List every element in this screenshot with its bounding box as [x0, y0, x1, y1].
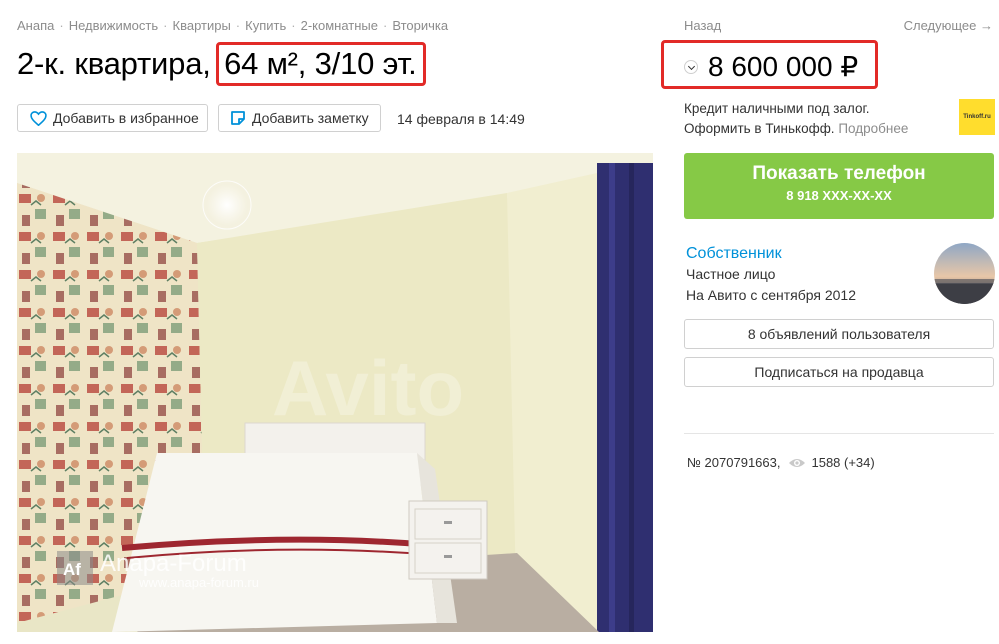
breadcrumb-item-secondary[interactable]: Вторичка [392, 18, 448, 33]
subscribe-seller-label: Подписаться на продавца [754, 364, 924, 380]
breadcrumb-item-city[interactable]: Анапа [17, 18, 54, 33]
seller-type: Частное лицо [686, 266, 776, 282]
credit-offer: Кредит наличными под залог. Оформить в Т… [684, 99, 908, 139]
breadcrumb: Анапа · Недвижимость · Квартиры · Купить · 2-ком… [17, 18, 449, 33]
listing-photo[interactable]: Avito Af Anapa-Forum www.anapa-forum.ru [17, 153, 653, 632]
divider [684, 433, 994, 434]
credit-line-1: Кредит наличными под залог. [684, 101, 870, 116]
add-note-label: Добавить заметку [252, 110, 369, 126]
breadcrumb-item-apartments[interactable]: Квартиры [173, 18, 231, 33]
phone-number: 8 918 XXX-XX-XX [786, 188, 892, 203]
forum-name: Anapa-Forum [100, 550, 247, 577]
note-icon [230, 110, 246, 126]
price: 8 600 000 ₽ [708, 51, 859, 82]
show-phone-label: Показать телефон [752, 163, 926, 184]
avito-watermark: Avito [272, 344, 464, 432]
seller-avatar[interactable] [934, 243, 995, 304]
back-link[interactable]: Назад [684, 18, 721, 33]
next-link[interactable]: Следующее → [904, 18, 993, 33]
user-ads-label: 8 объявлений пользователя [747, 326, 931, 342]
credit-line-2: Оформить в Тинькофф. [684, 121, 835, 136]
add-to-favorites-button[interactable]: Добавить в избранное [17, 104, 208, 132]
user-ads-button[interactable]: 8 объявлений пользователя [684, 319, 994, 349]
eye-icon [788, 457, 806, 469]
seller-since: На Авито с сентября 2012 [686, 287, 856, 303]
currency-dropdown-icon[interactable] [684, 60, 698, 74]
listing-meta: № 2070791663, 1588 (+34) [687, 455, 875, 470]
forum-logo-text: Af [63, 560, 81, 579]
seller-name-link[interactable]: Собственник [686, 245, 782, 263]
breadcrumb-item-realty[interactable]: Недвижимость [69, 18, 158, 33]
breadcrumb-item-rooms[interactable]: 2-комнатные [301, 18, 378, 33]
page-title: 2-к. квартира, 64 м², 3/10 эт. [17, 42, 426, 86]
title-main: 2-к. квартира, [17, 46, 211, 81]
tinkoff-logo[interactable]: Tinkoff.ru [959, 99, 995, 135]
credit-more-link[interactable]: Подробнее [838, 121, 908, 136]
title-highlight: 64 м², 3/10 эт. [216, 42, 426, 86]
heart-icon [30, 110, 47, 126]
add-to-favorites-label: Добавить в избранное [53, 110, 199, 126]
forum-url: www.anapa-forum.ru [138, 575, 259, 590]
subscribe-seller-button[interactable]: Подписаться на продавца [684, 357, 994, 387]
views-count: 1588 (+34) [811, 455, 875, 470]
listing-id: № 2070791663, [687, 455, 781, 470]
publish-date: 14 февраля в 14:49 [397, 111, 525, 127]
breadcrumb-item-buy[interactable]: Купить [245, 18, 286, 33]
show-phone-button[interactable]: Показать телефон 8 918 XXX-XX-XX [684, 153, 994, 219]
add-note-button[interactable]: Добавить заметку [218, 104, 381, 132]
